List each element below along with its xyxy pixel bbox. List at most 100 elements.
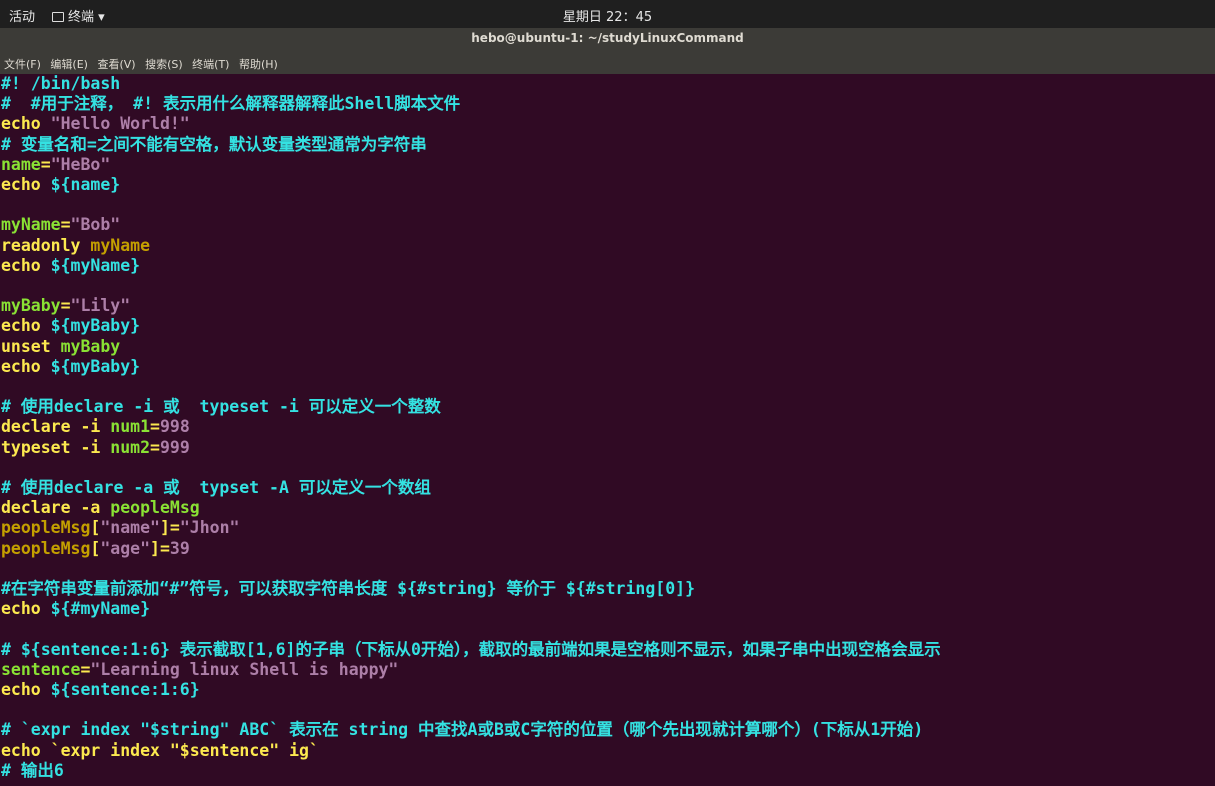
code-token: ${myName}	[50, 255, 141, 275]
code-token: =	[150, 417, 160, 437]
code-token: echo	[1, 599, 51, 619]
code-token: num2	[110, 437, 151, 457]
code-token: # #用于注释， #! 表示用什么解释器解释此Shell脚本文件	[1, 94, 461, 114]
terminal-line: readonly myName	[1, 236, 150, 256]
code-token: myName	[1, 215, 61, 235]
code-token: echo	[1, 114, 51, 134]
clock[interactable]: 星期日 22：45	[0, 6, 1215, 25]
code-token: "Bob"	[70, 215, 121, 235]
menu-bar: 文件(F) 编辑(E) 查看(V) 搜索(S) 终端(T) 帮助(H)	[0, 52, 1215, 74]
code-token: "name"	[100, 518, 160, 538]
code-token: echo	[1, 255, 51, 275]
terminal-line: declare -i num1=998	[1, 417, 190, 437]
code-token: ${myBaby}	[50, 356, 141, 376]
code-token: sentence	[1, 659, 81, 679]
code-token: #! /bin/bash	[1, 74, 121, 93]
code-token: unset	[1, 336, 61, 356]
code-token: declare -i	[1, 417, 111, 437]
terminal-line: # 输出6	[1, 761, 64, 781]
code-token: 39	[169, 538, 190, 558]
code-token: num1	[110, 417, 151, 437]
code-token: `expr index "$sentence" ig`	[50, 740, 319, 760]
terminal-line: echo ${name}	[1, 175, 120, 195]
code-token: peopleMsg	[1, 518, 91, 538]
code-token: "Learning linux Shell is happy"	[90, 659, 399, 679]
code-token: =	[60, 215, 71, 235]
code-token: ${#myName}	[50, 599, 151, 619]
code-token: ${myBaby}	[50, 316, 141, 336]
terminal-line: echo ${sentence:1:6}	[1, 680, 200, 700]
code-token: # 使用declare -i 或 typeset -i 可以定义一个整数	[1, 397, 441, 417]
terminal-line: echo ${#myName}	[1, 599, 150, 619]
top-panel: 活动 终端 ▾ 星期日 22：45	[0, 0, 1215, 28]
code-token: name	[1, 154, 41, 174]
menu-file[interactable]: 文件(F)	[0, 52, 44, 72]
menu-search[interactable]: 搜索(S)	[142, 52, 186, 72]
menu-edit[interactable]: 编辑(E)	[47, 52, 91, 72]
code-token: readonly	[1, 235, 91, 255]
code-token: # 变量名和=之间不能有空格，默认变量类型通常为字符串	[1, 134, 427, 154]
code-token: ${sentence:1:6}	[50, 680, 200, 699]
code-token: =	[80, 659, 91, 679]
code-token: ]=	[159, 518, 180, 538]
code-token: =	[40, 154, 51, 174]
code-token: 999	[159, 437, 190, 457]
code-token: myName	[90, 235, 151, 255]
code-token: "HeBo"	[50, 154, 111, 174]
code-token: [	[90, 538, 101, 558]
terminal-line: # 变量名和=之间不能有空格，默认变量类型通常为字符串	[1, 135, 427, 155]
terminal-content[interactable]: #! /bin/bash # #用于注释， #! 表示用什么解释器解释此Shell…	[0, 74, 1215, 786]
code-token: echo	[1, 175, 51, 194]
code-token: declare -a	[1, 498, 111, 518]
code-token: "Lily"	[70, 296, 131, 316]
code-token: typeset -i	[1, 437, 111, 457]
terminal-line: echo ${myName}	[1, 256, 140, 276]
code-token: "Jhon"	[179, 518, 240, 538]
terminal-line: echo `expr index "$sentence" ig`	[1, 741, 319, 761]
terminal-line: # `expr index "$string" ABC` 表示在 string …	[1, 720, 923, 740]
terminal-line: sentence="Learning linux Shell is happy"	[1, 660, 398, 680]
code-token: "age"	[100, 538, 151, 558]
terminal-line: myBaby="Lily"	[1, 296, 130, 316]
terminal-line: #在字符串变量前添加“#”符号，可以获取字符串长度 ${#string} 等价于…	[1, 579, 695, 599]
terminal-line: # #用于注释， #! 表示用什么解释器解释此Shell脚本文件	[1, 94, 460, 114]
code-token: [	[90, 518, 101, 538]
code-token: 998	[159, 417, 190, 437]
terminal-line: name="HeBo"	[1, 155, 110, 175]
code-token: ]=	[150, 538, 170, 558]
terminal-line: unset myBaby	[1, 337, 120, 357]
terminal-line: echo ${myBaby}	[1, 357, 140, 377]
code-token: =	[150, 437, 160, 457]
terminal-line: # ${sentence:1:6} 表示截取[1,6]的子串（下标从0开始），截…	[1, 640, 941, 660]
code-token: # ${sentence:1:6} 表示截取[1,6]的子串（下标从0开始），截…	[1, 639, 941, 659]
terminal-line: typeset -i num2=999	[1, 438, 190, 458]
terminal-line: #! /bin/bash	[1, 74, 120, 94]
code-token: echo	[1, 740, 51, 760]
terminal-line: myName="Bob"	[1, 215, 120, 235]
code-token: myBaby	[60, 336, 121, 356]
code-token: echo	[1, 356, 51, 376]
window-title: hebo@ubuntu-1: ~/studyLinuxCommand	[471, 31, 744, 45]
code-token: # 输出6	[1, 760, 64, 780]
code-token: # `expr index "$string" ABC` 表示在 string …	[1, 720, 924, 740]
terminal-line: # 使用declare -i 或 typeset -i 可以定义一个整数	[1, 397, 441, 417]
code-token: myBaby	[1, 296, 61, 316]
terminal-line: peopleMsg["name"]="Jhon"	[1, 518, 239, 538]
code-token: #在字符串变量前添加“#”符号，可以获取字符串长度 ${#string} 等价于…	[1, 579, 696, 598]
terminal-line: # 使用declare -a 或 typset -A 可以定义一个数组	[1, 478, 431, 498]
code-token: echo	[1, 680, 51, 699]
terminal-line: echo ${myBaby}	[1, 316, 140, 336]
terminal-line: declare -a peopleMsg	[1, 498, 200, 518]
code-token: # 使用declare -a 或 typset -A 可以定义一个数组	[1, 478, 431, 497]
menu-terminal[interactable]: 终端(T)	[189, 52, 232, 72]
code-token: peopleMsg	[110, 498, 200, 518]
window-titlebar[interactable]: hebo@ubuntu-1: ~/studyLinuxCommand	[0, 28, 1215, 52]
code-token: peopleMsg	[1, 538, 91, 558]
terminal-line: echo "Hello World!"	[1, 114, 190, 134]
code-token: echo	[1, 316, 51, 336]
menu-help[interactable]: 帮助(H)	[236, 52, 281, 72]
terminal-line: peopleMsg["age"]=39	[1, 539, 190, 559]
code-token: ${name}	[50, 175, 121, 194]
code-token: =	[60, 296, 71, 316]
menu-view[interactable]: 查看(V)	[94, 52, 138, 72]
